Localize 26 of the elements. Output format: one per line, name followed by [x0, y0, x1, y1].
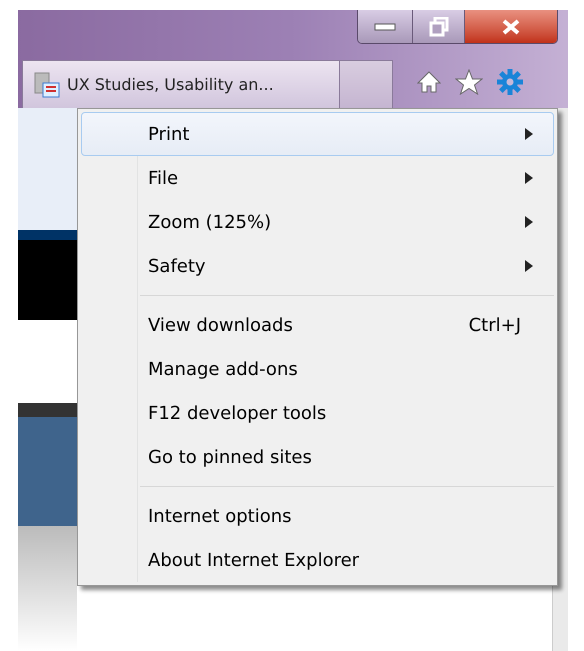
submenu-arrow-icon: [525, 260, 533, 272]
browser-tab[interactable]: UX Studies, Usability an...: [22, 60, 340, 109]
menu-item[interactable]: About Internet Explorer: [81, 538, 554, 582]
home-icon[interactable]: [417, 71, 441, 93]
restore-icon: [428, 16, 448, 36]
submenu-arrow-icon: [525, 216, 533, 228]
menu-item[interactable]: Internet options: [81, 494, 554, 538]
submenu-arrow-icon: [525, 128, 533, 140]
close-icon: [502, 18, 520, 34]
menu-item[interactable]: F12 developer tools: [81, 391, 554, 435]
new-tab-button[interactable]: [340, 60, 393, 109]
minimize-button[interactable]: [358, 10, 413, 43]
menu-item[interactable]: Print: [81, 112, 554, 156]
menu-item[interactable]: File: [81, 156, 554, 200]
menu-item[interactable]: View downloads Ctrl+J: [81, 303, 554, 347]
menu-item[interactable]: Go to pinned sites: [81, 435, 554, 479]
page-icon: [33, 71, 61, 99]
shortcut-label: Ctrl+J: [468, 314, 521, 338]
menu-item[interactable]: Zoom (125%): [81, 200, 554, 244]
star-icon[interactable]: [455, 69, 483, 95]
menu-item[interactable]: Manage add-ons: [81, 347, 554, 391]
submenu-arrow-icon: [525, 172, 533, 184]
close-button[interactable]: [465, 10, 557, 43]
tab-title: UX Studies, Usability an...: [67, 74, 274, 96]
menu-item[interactable]: Safety: [81, 244, 554, 288]
minimize-icon: [374, 22, 396, 30]
